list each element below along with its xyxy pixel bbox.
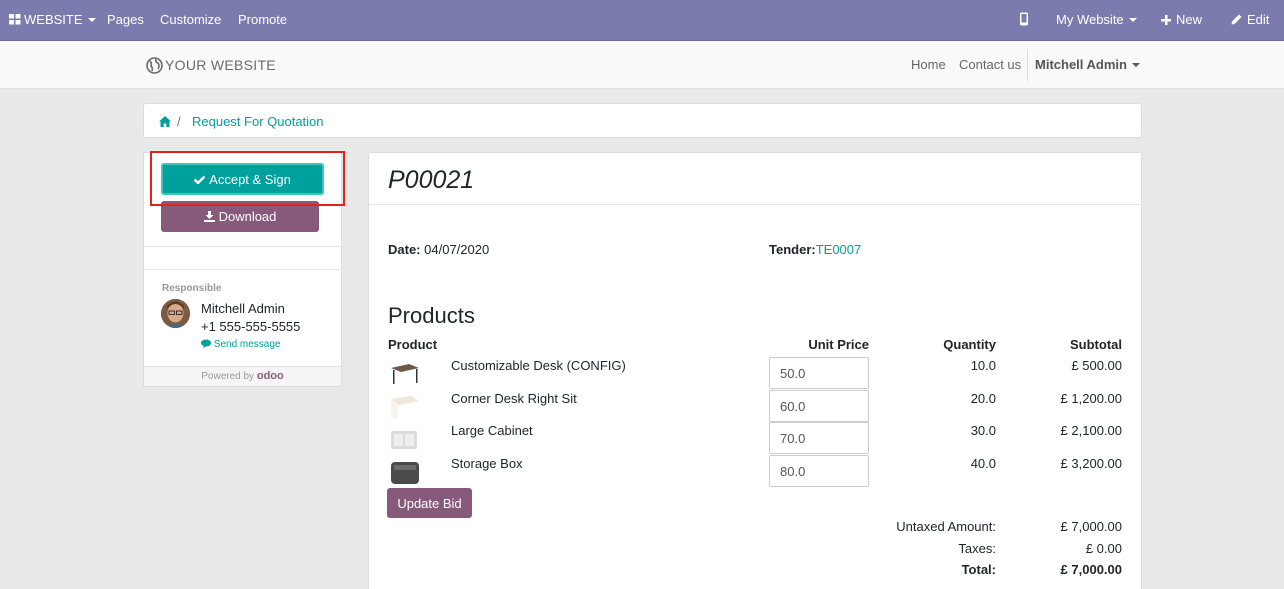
unit-price-input[interactable] <box>769 390 869 422</box>
download-label: Download <box>218 209 277 224</box>
line-product-name: Large Cabinet <box>451 423 533 438</box>
line-quantity: 40.0 <box>970 456 996 471</box>
line-quantity: 10.0 <box>970 358 996 373</box>
pages-menu[interactable]: Pages <box>107 0 144 40</box>
caret-down-icon <box>1131 62 1140 67</box>
line-subtotal: £ 3,200.00 <box>1060 456 1122 471</box>
send-message-link[interactable]: Send message <box>201 339 281 350</box>
nav-divider <box>1027 49 1028 81</box>
tender-link[interactable]: TE0007 <box>816 242 862 257</box>
promote-menu[interactable]: Promote <box>238 0 287 40</box>
plus-icon <box>1161 15 1171 25</box>
new-button[interactable]: New <box>1161 0 1202 40</box>
responsible-name: Mitchell Admin <box>201 301 285 316</box>
line-product-name: Corner Desk Right Sit <box>451 391 577 406</box>
nav-home[interactable]: Home <box>911 57 946 72</box>
total-label: Total: <box>961 562 996 577</box>
globe-icon <box>146 56 163 74</box>
update-bid-button[interactable]: Update Bid <box>387 488 472 518</box>
untaxed-amount-label: Untaxed Amount: <box>896 519 996 534</box>
storage-box-thumbnail <box>391 462 419 484</box>
line-product-name: Customizable Desk (CONFIG) <box>451 358 626 373</box>
avatar-image <box>161 299 190 328</box>
send-message-label: Send message <box>213 339 281 350</box>
sidebar-divider <box>144 269 341 270</box>
breadcrumb: / Request For Quotation <box>143 103 1142 138</box>
breadcrumb-current[interactable]: Request For Quotation <box>192 114 324 129</box>
customize-menu[interactable]: Customize <box>160 0 221 40</box>
products-heading: Products <box>388 303 475 328</box>
title-divider <box>369 204 1141 205</box>
responsible-label: Responsible <box>162 283 222 294</box>
home-icon[interactable] <box>159 116 171 127</box>
cabinet-thumbnail <box>391 431 417 449</box>
line-subtotal: £ 500.00 <box>1071 358 1122 373</box>
mobile-preview-button[interactable] <box>1019 0 1029 40</box>
apps-grid-icon <box>9 14 21 25</box>
user-menu[interactable]: Mitchell Admin <box>1035 57 1140 72</box>
nav-contact-us[interactable]: Contact us <box>959 57 1021 72</box>
untaxed-amount-value: £ 7,000.00 <box>1060 519 1122 534</box>
line-subtotal: £ 2,100.00 <box>1060 423 1122 438</box>
logo-text: YOUR WEBSITE <box>165 57 276 73</box>
unit-price-input[interactable] <box>769 455 869 487</box>
date-label: Date: <box>388 242 421 257</box>
tender-label: Tender: <box>769 242 816 257</box>
column-unit-price: Unit Price <box>808 337 869 352</box>
desk-thumbnail <box>391 364 419 384</box>
edit-button[interactable]: Edit <box>1231 0 1269 40</box>
caret-down-icon <box>1128 17 1137 22</box>
website-logo[interactable]: YOUR WEBSITE <box>146 56 276 74</box>
user-name: Mitchell Admin <box>1035 57 1127 72</box>
document-title: P00021 <box>388 166 475 194</box>
highlight-box <box>150 151 345 206</box>
powered-by-label: Powered by <box>201 371 255 382</box>
date-field: Date: 04/07/2020 <box>388 242 489 257</box>
sidebar-divider <box>144 246 341 247</box>
date-value: 04/07/2020 <box>424 242 490 257</box>
pencil-icon <box>1231 14 1242 25</box>
column-product: Product <box>388 337 438 352</box>
website-header: YOUR WEBSITE Home Contact us Mitchell Ad… <box>0 41 1284 89</box>
column-quantity: Quantity <box>943 337 996 352</box>
website-menu[interactable]: WEBSITE <box>9 0 96 40</box>
my-website-label: My Website <box>1056 12 1124 27</box>
line-subtotal: £ 1,200.00 <box>1060 391 1122 406</box>
new-label: New <box>1176 12 1203 27</box>
unit-price-input[interactable] <box>769 357 869 389</box>
line-product-name: Storage Box <box>451 456 523 471</box>
odoo-logo: odoo <box>256 370 284 382</box>
breadcrumb-separator: / <box>177 114 181 129</box>
mobile-icon <box>1020 12 1028 26</box>
tender-field: Tender:TE0007 <box>769 242 861 257</box>
website-menu-label: WEBSITE <box>24 12 83 27</box>
corner-desk-thumbnail <box>391 396 419 419</box>
download-icon <box>203 211 215 222</box>
my-website-menu[interactable]: My Website <box>1056 0 1137 40</box>
avatar <box>161 299 190 328</box>
caret-down-icon <box>87 17 96 22</box>
unit-price-input[interactable] <box>769 422 869 454</box>
taxes-label: Taxes: <box>958 541 996 556</box>
comment-icon <box>201 339 211 348</box>
powered-by: Powered by odoo <box>144 366 341 386</box>
edit-label: Edit <box>1247 12 1270 27</box>
total-value: £ 7,000.00 <box>1060 562 1122 577</box>
taxes-value: £ 0.00 <box>1085 541 1122 556</box>
responsible-phone: +1 555-555-5555 <box>201 319 301 334</box>
line-quantity: 30.0 <box>970 423 996 438</box>
column-subtotal: Subtotal <box>1070 337 1122 352</box>
line-quantity: 20.0 <box>970 391 996 406</box>
admin-topbar: WEBSITE Pages Customize Promote My Websi… <box>0 0 1284 41</box>
